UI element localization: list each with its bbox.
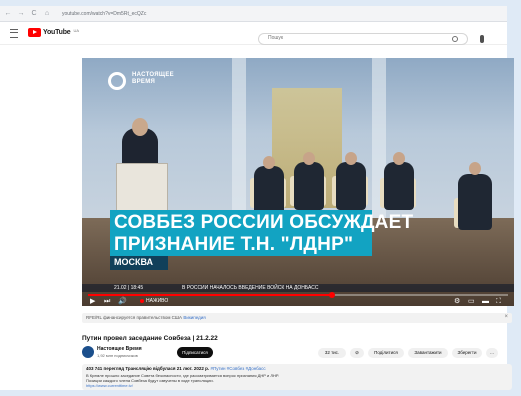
channel-subscriber-count: 1,92 млн подписчиков [97, 353, 138, 358]
ticker-text: В РОССИИ НАЧАЛОСЬ ВВЕДЕНИЕ ВОЙСК НА ДОНБ… [182, 285, 319, 291]
logo-region: UA [73, 28, 80, 33]
like-count: 32 тис. [324, 350, 340, 355]
seated-head [393, 152, 405, 165]
youtube-logo[interactable]: YouTube UA [28, 28, 79, 37]
channel-name[interactable]: Настоящее Время [97, 346, 142, 352]
description-meta: 403 741 перегляд Трансляцію відбулася 21… [86, 366, 266, 371]
channel-watermark-icon [108, 72, 126, 90]
info-panel-link[interactable]: Википедия [183, 315, 205, 320]
browser-toolbar: ← → C ⌂ youtube.com/watch?v=Dm5Rt_ecQZc [0, 6, 507, 22]
search-input[interactable] [268, 35, 418, 41]
channel-watermark-text: НАСТОЯЩЕЕ ВРЕМЯ [132, 72, 174, 85]
home-icon[interactable]: ⌂ [43, 10, 51, 17]
photo-frame-bottom [0, 390, 521, 396]
progress-fill [88, 294, 332, 296]
seated-figure [254, 166, 284, 214]
seated-figure [336, 162, 366, 210]
subscribe-button[interactable]: Підписатися [177, 347, 213, 358]
like-button[interactable]: 32 тис. [318, 348, 346, 358]
reload-icon[interactable]: C [30, 10, 38, 17]
caption-headline-1: СОВБЕЗ РОССИИ ОБСУЖДАЕТ [114, 212, 414, 233]
next-icon[interactable]: ⏭ [104, 297, 110, 306]
play-icon[interactable]: ▶ [90, 297, 95, 306]
logo-text: YouTube [43, 29, 71, 36]
news-caption: СОВБЕЗ РОССИИ ОБСУЖДАЕТ ПРИЗНАНИЕ Т.Н. "… [110, 210, 413, 270]
download-button[interactable]: Завантажити [408, 348, 448, 358]
close-icon[interactable]: × [504, 314, 508, 320]
back-arrow-icon[interactable]: ← [4, 10, 12, 17]
seated-head [345, 152, 357, 165]
volume-icon[interactable]: 🔊 [118, 297, 127, 306]
settings-icon[interactable]: ⚙ [454, 297, 460, 306]
more-actions-button[interactable]: … [486, 348, 498, 358]
seated-head [303, 152, 315, 165]
ticker-time: 21.02 | 18:45 [114, 285, 144, 291]
description-link[interactable]: https://www.currenttime.tv/ [86, 383, 133, 388]
search-icon[interactable] [452, 36, 458, 42]
live-dot-icon [140, 299, 144, 303]
progress-bar[interactable] [88, 292, 508, 298]
video-title: Путин провел заседание Совбеза | 21.2.22 [82, 335, 218, 342]
dislike-icon: ⊘ [355, 350, 359, 355]
theater-mode-icon[interactable]: ▬ [482, 297, 489, 306]
miniplayer-icon[interactable]: ▭ [468, 297, 475, 306]
view-count-and-date: 403 741 перегляд Трансляцію відбулася 21… [86, 366, 210, 371]
info-panel: RFE/RL финансируется правительством США … [82, 313, 512, 323]
seated-figure [458, 174, 492, 230]
seated-head [263, 156, 275, 169]
video-player[interactable]: НАСТОЯЩЕЕ ВРЕМЯ СОВБЕЗ РОССИИ ОБСУЖДАЕТ … [82, 58, 514, 306]
forward-arrow-icon[interactable]: → [17, 10, 25, 17]
menu-icon[interactable] [10, 29, 18, 38]
address-bar[interactable]: youtube.com/watch?v=Dm5Rt_ecQZc [62, 11, 146, 17]
caption-headline-2: ПРИЗНАНИЕ Т.Н. "ЛДНР" [114, 234, 354, 255]
fullscreen-icon[interactable]: ⛶ [496, 297, 501, 306]
dislike-button[interactable]: ⊘ [350, 348, 364, 358]
description-hashtags[interactable]: #Путин #Совбез #Донбасс [210, 366, 265, 371]
caption-location: МОСКВА [114, 257, 154, 267]
channel-avatar[interactable] [82, 346, 94, 358]
seated-figure [384, 162, 414, 210]
player-controls: ▶ ⏭ 🔊 НАЖИВО ⚙ ▭ ▬ ⛶ [82, 297, 514, 306]
microphone-icon[interactable] [480, 35, 484, 43]
live-label[interactable]: НАЖИВО [146, 297, 168, 306]
save-button[interactable]: Зберегти [452, 348, 482, 358]
youtube-play-icon [28, 28, 41, 37]
description-box[interactable]: 403 741 перегляд Трансляцію відбулася 21… [82, 364, 512, 390]
info-panel-text: RFE/RL финансируется правительством США … [86, 315, 206, 320]
info-panel-message: RFE/RL финансируется правительством США [86, 315, 183, 320]
share-button[interactable]: Поділитися [368, 348, 404, 358]
seated-head [469, 162, 481, 175]
seated-figure [294, 162, 324, 210]
speaker-head [132, 118, 148, 136]
video-scene-pillar [232, 58, 246, 218]
